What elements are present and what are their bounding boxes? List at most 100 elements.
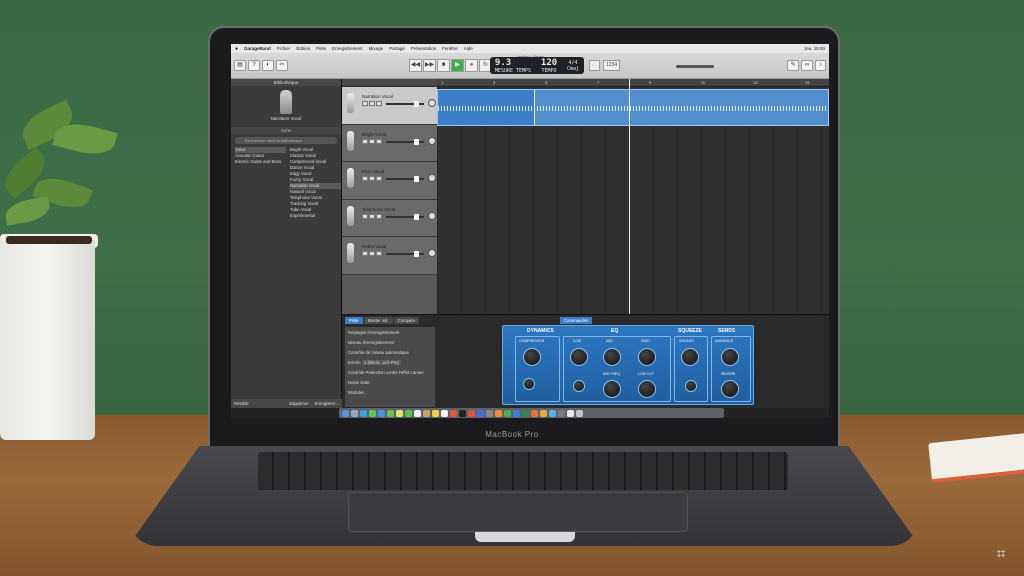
menu-garageband[interactable]: GarageBand (244, 46, 271, 51)
word-icon[interactable] (513, 409, 520, 417)
master-volume-slider[interactable] (676, 65, 714, 68)
trash-icon[interactable] (576, 409, 583, 417)
record-enable-button[interactable] (376, 176, 382, 181)
solo-button[interactable] (369, 176, 375, 181)
menu-track[interactable]: Piste (316, 46, 326, 51)
mute-button[interactable] (362, 213, 368, 219)
library-category[interactable]: Electric Guitar and Bass (235, 159, 286, 165)
system-preferences-icon[interactable] (486, 409, 493, 417)
mid-knob[interactable] (603, 348, 621, 366)
pan-knob[interactable] (428, 136, 436, 145)
record-enable-button[interactable] (376, 101, 382, 106)
menu-mix[interactable]: Mixage (369, 46, 384, 51)
menu-view[interactable]: Présentation (411, 46, 436, 51)
messages-icon[interactable] (369, 409, 376, 417)
track-volume-slider[interactable] (386, 138, 424, 145)
compressor-knob[interactable] (523, 348, 541, 366)
audio-region[interactable] (437, 89, 829, 126)
maps-icon[interactable] (387, 409, 394, 417)
music-icon[interactable] (450, 409, 457, 417)
facetime-icon[interactable] (405, 409, 412, 417)
input-select[interactable]: 1 (Micro...ock Pro) (361, 360, 401, 365)
track-header[interactable]: Robot Vocal (342, 237, 437, 275)
help-button[interactable]: ? (248, 60, 260, 71)
menu-window[interactable]: Fenêtre (442, 46, 458, 51)
timeline-ruler[interactable]: 1 3 5 7 9 11 13 15 (437, 79, 829, 87)
track-header[interactable]: Bright Vocal (342, 124, 437, 162)
track-header[interactable]: Fuzz Vocal (342, 162, 437, 200)
solo-button[interactable] (369, 251, 375, 256)
reverb-knob[interactable] (721, 380, 739, 398)
pan-knob[interactable] (428, 99, 436, 107)
track-header[interactable]: Narration Vocal (342, 87, 437, 125)
ambience-knob[interactable] (721, 348, 739, 366)
record-enable-button[interactable] (376, 251, 382, 256)
tab-master[interactable]: Master vol. (363, 317, 393, 324)
track-volume-slider[interactable] (386, 213, 424, 220)
track-volume-slider[interactable] (386, 251, 424, 257)
safari-icon[interactable] (360, 409, 367, 417)
keynote-icon[interactable] (531, 409, 538, 417)
record-enable-button[interactable] (376, 138, 382, 144)
pages-icon[interactable] (540, 409, 547, 417)
tab-compare[interactable]: Compare (393, 317, 420, 324)
modules-label[interactable]: Modules (348, 390, 432, 395)
podcasts-icon[interactable] (468, 409, 475, 417)
count-in-button[interactable]: 1234 (603, 60, 621, 71)
playhead[interactable] (629, 79, 630, 314)
menu-edit[interactable]: Édition (296, 46, 310, 51)
record-enable-button[interactable] (376, 213, 382, 219)
editors-button[interactable]: ✂ (276, 60, 288, 71)
chrome-icon[interactable] (504, 409, 511, 417)
stop-icon[interactable]: ■ (437, 59, 450, 72)
track-volume-slider[interactable] (386, 176, 424, 182)
mute-button[interactable] (362, 101, 368, 106)
loop-browser-button[interactable]: ∞ (801, 60, 813, 71)
record-icon[interactable]: ● (465, 59, 478, 72)
tuner-button[interactable]: ♩ (589, 60, 600, 71)
delete-button[interactable]: Supprimer (289, 401, 309, 406)
squeeze-switch[interactable] (685, 380, 697, 392)
mid-freq-knob[interactable] (603, 380, 621, 398)
mail-icon[interactable] (378, 409, 385, 417)
apple-icon[interactable]: ● (235, 46, 238, 52)
launchpad-icon[interactable] (351, 409, 358, 417)
terminal-icon[interactable] (558, 409, 565, 417)
finder-icon[interactable] (342, 409, 349, 417)
amount-knob[interactable] (681, 348, 699, 366)
menu-record[interactable]: Enregistrement (332, 46, 363, 51)
menu-help[interactable]: Aide (464, 46, 473, 51)
feedback-checkbox[interactable]: Protection contre l'effet Larsen (365, 370, 423, 375)
pan-knob[interactable] (428, 211, 436, 220)
eq-switch[interactable] (573, 380, 585, 392)
dynamics-switch[interactable] (523, 378, 535, 390)
tab-track[interactable]: Piste (345, 317, 363, 324)
notepad-button[interactable]: ✎ (787, 60, 799, 71)
preview-icon[interactable] (549, 409, 556, 417)
contacts-icon[interactable] (423, 409, 430, 417)
menu-file[interactable]: Fichier (277, 46, 291, 51)
garageband-icon[interactable] (495, 409, 502, 417)
library-search-input[interactable]: Rechercher dans la bibliothèque (235, 137, 337, 144)
low-cut-knob[interactable] (638, 380, 656, 398)
solo-button[interactable] (369, 213, 375, 219)
tv-icon[interactable] (459, 409, 466, 417)
track-header[interactable]: Telephone Vocal (342, 199, 437, 237)
notes-icon[interactable] (432, 409, 439, 417)
low-knob[interactable] (570, 348, 588, 366)
mute-button[interactable] (362, 176, 368, 181)
app-store-icon[interactable] (477, 409, 484, 417)
tab-commands[interactable]: Commandes (560, 317, 593, 324)
menu-share[interactable]: Partage (389, 46, 405, 51)
mute-button[interactable] (362, 251, 368, 256)
reminders-icon[interactable] (441, 409, 448, 417)
save-button[interactable]: Enregistrer... (315, 401, 339, 406)
library-preset[interactable]: Experimental (290, 213, 341, 219)
solo-button[interactable] (369, 101, 375, 106)
clock[interactable]: Jeu. 15:00 (804, 46, 825, 51)
excel-icon[interactable] (522, 409, 529, 417)
media-browser-button[interactable]: ♪ (815, 60, 826, 71)
noise-gate-label[interactable]: Noise Gate (348, 380, 432, 385)
high-knob[interactable] (638, 348, 656, 366)
calendar-icon[interactable] (414, 409, 421, 417)
